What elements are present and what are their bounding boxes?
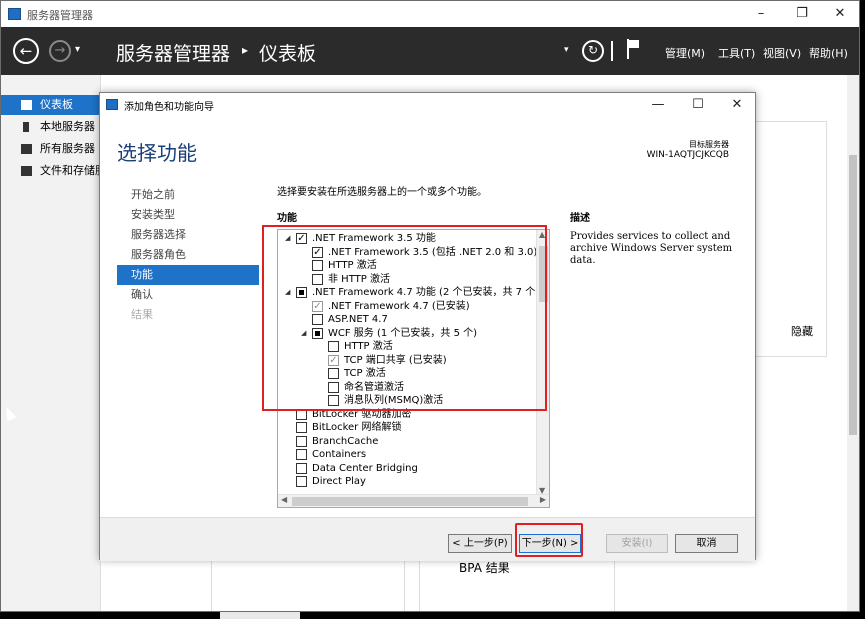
server-icon — [23, 122, 29, 132]
sidebar-item-file-storage[interactable]: 文件和存储服务 — [1, 161, 101, 181]
welcome-panel — [753, 121, 827, 357]
history-dropdown-icon[interactable]: ▾ — [75, 44, 80, 55]
scroll-left-icon[interactable]: ◀ — [281, 495, 287, 504]
step-results: 结果 — [131, 308, 153, 321]
step-server-selection[interactable]: 服务器选择 — [117, 225, 259, 245]
bpa-results-label[interactable]: BPA 结果 — [459, 559, 510, 576]
window-title: 服务器管理器 — [27, 9, 93, 22]
target-server-label: 目标服务器 — [689, 140, 729, 149]
sidebar: 仪表板 本地服务器 所有服务器 文件和存储服务 — [1, 75, 101, 611]
add-roles-features-wizard: 添加角色和功能向导 — ☐ ✕ 选择功能 目标服务器 WIN-1AQTJCJKC… — [99, 92, 756, 561]
annotation-highlight-box — [262, 225, 547, 411]
feature-label: Containers — [312, 449, 367, 460]
feature-checkbox[interactable] — [296, 462, 307, 474]
wizard-close-button[interactable]: ✕ — [722, 95, 752, 115]
feature-checkbox[interactable] — [296, 476, 307, 487]
target-server-name: WIN-1AQTJCJKCQB — [646, 150, 729, 160]
dashboard-icon — [21, 100, 32, 110]
cancel-button[interactable]: 取消 — [675, 534, 738, 553]
wizard-minimize-button[interactable]: — — [643, 95, 673, 115]
annotation-next-highlight — [515, 523, 583, 557]
features-heading: 功能 — [277, 213, 297, 224]
refresh-icon[interactable]: ↻ — [582, 40, 604, 62]
wizard-icon — [106, 99, 118, 110]
scrollbar-thumb[interactable] — [849, 155, 857, 435]
feature-label: Direct Play — [312, 476, 366, 487]
notifications-flag-icon[interactable] — [627, 39, 641, 61]
step-server-roles[interactable]: 服务器角色 — [117, 245, 259, 265]
feature-checkbox[interactable] — [296, 435, 307, 447]
server-manager-icon — [8, 8, 21, 20]
menu-tools[interactable]: 工具(T) — [718, 45, 755, 61]
step-features[interactable]: 功能 — [117, 265, 259, 285]
sidebar-item-label: 本地服务器 — [40, 120, 95, 133]
step-installation-type[interactable]: 安装类型 — [117, 205, 259, 225]
wizard-footer: < 上一步(P) 下一步(N) > 安装(I) 取消 — [100, 517, 755, 561]
dashboard-tile — [211, 555, 405, 611]
wizard-title: 添加角色和功能向导 — [124, 102, 214, 113]
storage-icon — [21, 166, 32, 176]
breadcrumb-separator-icon: ▸ — [242, 43, 249, 57]
sidebar-item-label: 所有服务器 — [40, 142, 95, 155]
scrollbar-thumb[interactable] — [292, 497, 528, 506]
description-heading: 描述 — [570, 213, 590, 224]
dashboard-tile — [419, 555, 615, 611]
wizard-titlebar: 添加角色和功能向导 — ☐ ✕ — [100, 93, 755, 117]
sidebar-item-label: 文件和存储服务 — [40, 164, 101, 177]
feature-checkbox[interactable] — [296, 449, 307, 460]
previous-button[interactable]: < 上一步(P) — [448, 534, 512, 553]
menu-manage[interactable]: 管理(M) — [665, 45, 705, 61]
menu-view[interactable]: 视图(V) — [763, 45, 801, 61]
header-divider — [611, 41, 613, 61]
refresh-dropdown-icon[interactable]: ▾ — [564, 45, 569, 55]
page-title: 选择功能 — [117, 141, 197, 165]
window-titlebar: 服务器管理器 – ❐ ✕ — [1, 1, 859, 27]
feature-label: BitLocker 网络解锁 — [312, 422, 402, 433]
step-confirmation[interactable]: 确认 — [117, 285, 259, 305]
feature-label: Data Center Bridging — [312, 462, 418, 474]
wizard-maximize-button[interactable]: ☐ — [683, 95, 713, 115]
app-header: ← → ▾ 服务器管理器 ▸ 仪表板 ▾ ↻ 管理(M) 工具(T) 视图(V)… — [1, 27, 859, 75]
sidebar-item-local-server[interactable]: 本地服务器 — [1, 117, 101, 137]
sidebar-item-label: 仪表板 — [40, 98, 73, 111]
feature-checkbox[interactable] — [296, 422, 307, 433]
step-before-you-begin[interactable]: 开始之前 — [117, 185, 259, 205]
taskbar-strip — [220, 612, 300, 619]
feature-label: BranchCache — [312, 435, 379, 447]
servers-icon — [21, 144, 32, 154]
install-button: 安装(I) — [606, 534, 668, 553]
restore-button[interactable]: ❐ — [784, 4, 820, 24]
main-scrollbar[interactable] — [847, 75, 859, 611]
back-arrow-icon[interactable]: ← — [13, 38, 39, 64]
breadcrumb-root: 服务器管理器 — [116, 43, 231, 65]
description-text: Provides services to collect and archive… — [570, 231, 733, 266]
instruction-text: 选择要安装在所选服务器上的一个或多个功能。 — [277, 187, 487, 198]
features-horizontal-scrollbar[interactable]: ◀ ▶ — [278, 494, 549, 507]
scroll-right-icon[interactable]: ▶ — [540, 495, 546, 504]
sidebar-item-dashboard[interactable]: 仪表板 — [1, 95, 101, 115]
close-button[interactable]: ✕ — [822, 4, 858, 24]
sidebar-item-all-servers[interactable]: 所有服务器 — [1, 139, 101, 159]
minimize-button[interactable]: – — [743, 4, 779, 24]
forward-arrow-icon[interactable]: → — [49, 40, 71, 62]
breadcrumb-page: 仪表板 — [259, 43, 317, 65]
menu-help[interactable]: 帮助(H) — [809, 45, 848, 61]
hide-link[interactable]: 隐藏 — [791, 323, 813, 339]
